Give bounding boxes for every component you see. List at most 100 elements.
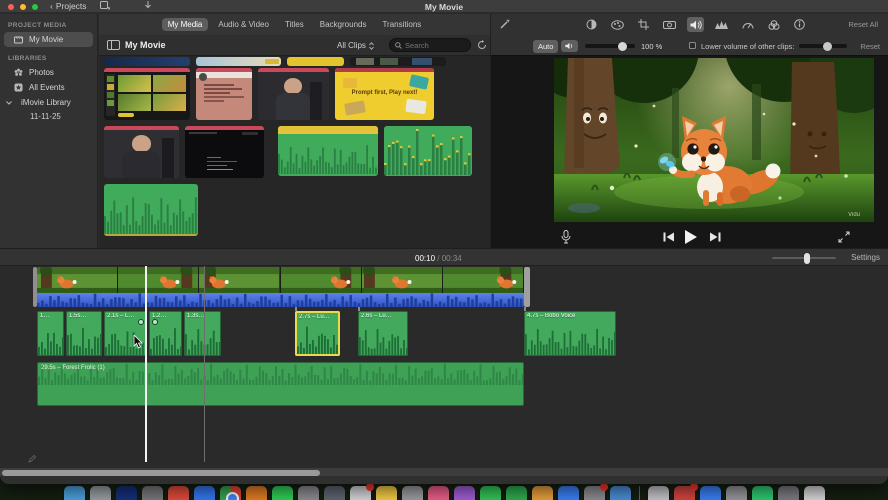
filters-icon[interactable] [765, 17, 782, 32]
fade-handle[interactable] [138, 319, 144, 325]
lower-volume-checkbox[interactable] [689, 42, 696, 49]
dock-icon-app-yellow[interactable] [375, 486, 397, 500]
tab-transitions[interactable]: Transitions [376, 18, 427, 31]
thumbnail-partial-4[interactable] [350, 57, 446, 66]
stabilization-icon[interactable] [661, 17, 678, 32]
audio-clip[interactable]: 2.7s – Lu… [295, 311, 340, 356]
auto-volume-button[interactable]: Auto [533, 40, 559, 53]
dock-icon-app-gray-1[interactable] [89, 486, 111, 500]
thumbnail-document[interactable] [196, 68, 252, 120]
thumbnail-terminal[interactable] [185, 126, 264, 178]
tab-my-media[interactable]: My Media [161, 18, 209, 31]
audio-clip[interactable]: 1.3s… [184, 311, 221, 356]
dock-icon-app-pink[interactable] [427, 486, 449, 500]
sidebar-item-photos[interactable]: Photos [0, 65, 97, 80]
thumbnail-youtube-grid[interactable] [104, 68, 190, 120]
video-clip-filmstrip[interactable] [37, 267, 524, 307]
tab-backgrounds[interactable]: Backgrounds [314, 18, 373, 31]
thumbnail-webcam-2[interactable] [104, 126, 179, 178]
chevron-down-icon[interactable] [6, 100, 16, 105]
audio-clip[interactable]: 1… [37, 311, 64, 356]
fullscreen-icon[interactable] [838, 231, 850, 243]
dock-icon-app-gray-5[interactable] [725, 486, 747, 500]
noise-eq-icon[interactable] [713, 17, 730, 32]
dock-icon-app-blue-1[interactable] [193, 486, 215, 500]
viewer-video[interactable]: Vidu [554, 58, 874, 222]
background-music-clip[interactable]: 29.5s – Forest Frolic (1) [37, 362, 524, 406]
sidebar-item-all-events[interactable]: All Events [0, 80, 97, 95]
refresh-icon[interactable] [477, 40, 487, 50]
dock-icon-trash[interactable] [803, 486, 825, 500]
dock-icon-app-gray-badge[interactable] [583, 483, 608, 500]
sidebar-item-library-date[interactable]: 11-11-25 [0, 110, 97, 123]
reset-all-button[interactable]: Reset All [848, 20, 878, 29]
thumbnail-audio-3[interactable] [104, 184, 198, 236]
next-frame-button[interactable] [710, 232, 721, 242]
audio-clip[interactable]: 2.1s – L… [104, 311, 147, 356]
volume-slider[interactable] [585, 41, 635, 51]
timeline-settings-button[interactable]: Settings [851, 253, 880, 262]
thumbnail-partial-1[interactable] [104, 57, 190, 66]
dock-icon-app-darkblue[interactable] [115, 486, 137, 500]
dock-icon-app-blue-3[interactable] [609, 486, 631, 500]
audio-clip[interactable]: 1.5s… [66, 311, 102, 356]
dock-icon-app-red[interactable] [167, 486, 189, 500]
audio-clip[interactable]: 4.7s – Bobo Voice [524, 311, 616, 356]
dock-icon-chrome[interactable] [219, 486, 241, 500]
speed-icon[interactable] [739, 17, 756, 32]
dock-icon-app-orange-1[interactable] [245, 486, 267, 500]
dock-icon-app-green-4[interactable] [751, 486, 773, 500]
dock[interactable] [0, 483, 888, 500]
search-input[interactable] [405, 40, 465, 50]
dock-icon-app-blue-4[interactable] [699, 486, 721, 500]
clip-filter-dropdown[interactable]: All Clips [337, 41, 374, 50]
search-box[interactable] [389, 38, 471, 52]
scrollbar-thumb[interactable] [2, 469, 320, 476]
dock-icon-finder[interactable] [63, 486, 85, 500]
timeline-zoom-slider[interactable] [772, 253, 836, 264]
thumbnail-partial-2[interactable] [196, 57, 281, 66]
dock-icon-app-orange-2[interactable] [531, 486, 553, 500]
sidebar-toggle-icon[interactable] [107, 40, 120, 50]
dock-icon-app-green-1[interactable] [271, 486, 293, 500]
sidebar-item-my-movie[interactable]: My Movie [4, 32, 93, 47]
dock-icon-app-gray-6[interactable] [777, 486, 799, 500]
dock-icon-app-gray-2[interactable] [141, 486, 163, 500]
thumbnail-audio-spikes[interactable] [384, 126, 472, 176]
thumbnail-audio-yellow[interactable] [278, 126, 378, 176]
thumbnail-promo-slide[interactable]: Prompt first, Play next! [335, 68, 434, 120]
dock-icon-app-red-2[interactable] [673, 483, 698, 500]
tab-titles[interactable]: Titles [279, 18, 310, 31]
fade-handle[interactable] [152, 319, 158, 325]
dock-icon-app-gray-3[interactable] [297, 486, 319, 500]
play-button[interactable] [684, 230, 698, 244]
dock-icon-app-slate[interactable] [323, 486, 345, 500]
thumbnail-webcam-1[interactable] [258, 68, 329, 120]
color-balance-icon[interactable] [583, 17, 600, 32]
crop-icon[interactable] [635, 17, 652, 32]
info-icon[interactable] [791, 17, 808, 32]
dock-icon-app-blue-2[interactable] [557, 486, 579, 500]
playhead[interactable] [145, 266, 147, 462]
audio-clip[interactable]: 1.2… [149, 311, 182, 356]
clip-trim-handle-right[interactable] [524, 267, 530, 307]
dock-icon-app-gray-4[interactable] [401, 486, 423, 500]
dock-icon-app-light[interactable] [647, 486, 669, 500]
volume-reset-button[interactable]: Reset [860, 42, 880, 51]
dock-icon-app-green-3[interactable] [505, 486, 527, 500]
thumbnail-partial-3[interactable] [287, 57, 344, 66]
enhance-wand-icon[interactable] [499, 18, 511, 30]
ducking-slider[interactable] [799, 41, 847, 51]
mute-button[interactable] [561, 40, 578, 52]
horizontal-scrollbar[interactable] [0, 467, 888, 476]
tab-audio-video[interactable]: Audio & Video [212, 18, 275, 31]
previous-frame-button[interactable] [663, 232, 674, 242]
voiceover-mic-icon[interactable] [561, 230, 571, 244]
dock-icon-app-green-2[interactable] [479, 486, 501, 500]
dock-icon-app-red-badge[interactable] [349, 483, 374, 500]
dock-icon-app-purple[interactable] [453, 486, 475, 500]
color-correction-icon[interactable] [609, 17, 626, 32]
audio-clip[interactable]: 2.6s – Lu… [358, 311, 408, 356]
sidebar-item-imovie-library[interactable]: iMovie Library [0, 95, 97, 110]
volume-icon[interactable] [687, 17, 704, 32]
